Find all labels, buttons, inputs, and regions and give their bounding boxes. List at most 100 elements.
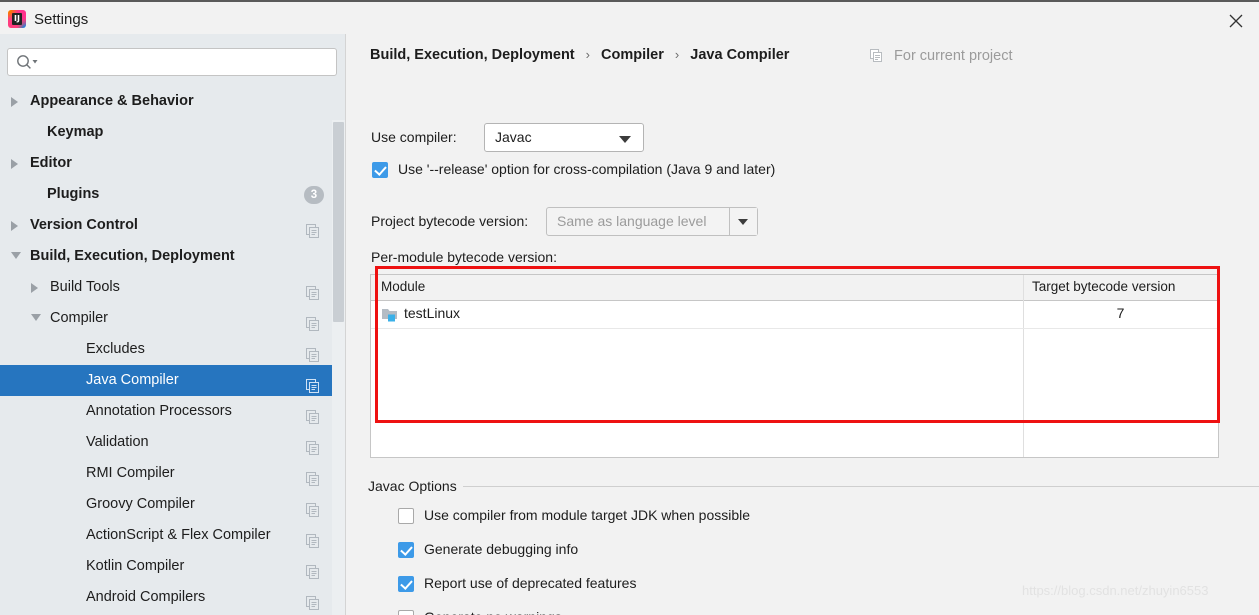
use-compiler-from-module-target-jdk-label: Use compiler from module target JDK when… <box>424 507 750 523</box>
sidebar-item-label: Appearance & Behavior <box>30 86 194 117</box>
chevron-down-icon <box>738 219 748 225</box>
project-bytecode-version-value: Same as language level <box>557 213 706 229</box>
sidebar-item-annotation-processors[interactable]: Annotation Processors <box>0 396 332 427</box>
sidebar-item-java-compiler[interactable]: Java Compiler <box>0 365 332 396</box>
for-current-project-text: For current project <box>894 48 1012 64</box>
intellij-idea-logo: IJ <box>8 10 26 28</box>
sidebar-item-label: Build, Execution, Deployment <box>30 241 235 272</box>
breadcrumb-part-3: Java Compiler <box>690 47 789 63</box>
column-header-module[interactable]: Module <box>381 279 425 294</box>
sidebar-item-version-control[interactable]: Version Control <box>0 210 332 241</box>
per-module-bytecode-version-label: Per-module bytecode version: <box>371 249 557 265</box>
sidebar-item-compiler[interactable]: Compiler <box>0 303 332 334</box>
chevron-right-icon[interactable] <box>30 272 44 303</box>
generate-debugging-info-checkbox[interactable] <box>398 542 414 558</box>
copy-settings-icon <box>306 219 320 233</box>
use-compiler-dropdown[interactable]: Javac <box>484 123 644 152</box>
for-current-project-label: For current project <box>870 48 1013 66</box>
search-box <box>7 48 337 76</box>
copy-settings-icon <box>306 591 320 605</box>
copy-settings-icon <box>306 281 320 295</box>
use-compiler-value: Javac <box>495 129 532 145</box>
per-module-bytecode-table: Module Target bytecode version testLinux… <box>370 274 1219 458</box>
chevron-down-icon <box>619 136 631 143</box>
project-bytecode-dropdown-button[interactable] <box>729 208 757 235</box>
use-compiler-label: Use compiler: <box>371 129 457 145</box>
project-bytecode-version-combobox[interactable]: Same as language level <box>546 207 758 236</box>
copy-settings-icon <box>306 405 320 419</box>
javac-options-group-label: Javac Options <box>368 478 463 494</box>
chevron-down-icon[interactable] <box>30 303 44 334</box>
generate-no-warnings-label: Generate no warnings <box>424 609 562 615</box>
table-header-row: Module Target bytecode version <box>371 275 1218 301</box>
sidebar-item-appearance-behavior[interactable]: Appearance & Behavior <box>0 86 332 117</box>
sidebar-item-build-tools[interactable]: Build Tools <box>0 272 332 303</box>
sidebar-item-label: Keymap <box>47 117 103 148</box>
sidebar-scrollbar-thumb[interactable] <box>333 122 344 322</box>
sidebar-item-label: RMI Compiler <box>86 458 175 489</box>
breadcrumb-part-1[interactable]: Build, Execution, Deployment <box>370 47 575 63</box>
settings-tree: Appearance & BehaviorKeymapEditorPlugins… <box>0 86 332 615</box>
breadcrumb-separator-2: › <box>668 47 686 62</box>
copy-settings-icon <box>306 312 320 326</box>
generate-debugging-info-label: Generate debugging info <box>424 541 578 557</box>
copy-settings-icon <box>306 436 320 450</box>
sidebar-item-label: Plugins <box>47 179 99 210</box>
use-release-option-label: Use '--release' option for cross-compila… <box>398 161 775 177</box>
search-input[interactable] <box>7 48 337 76</box>
settings-main-panel: Build, Execution, Deployment › Compiler … <box>346 34 1259 615</box>
sidebar-item-label: Version Control <box>30 210 138 241</box>
sidebar-item-label: Validation <box>86 427 149 458</box>
sidebar-item-android-compilers[interactable]: Android Compilers <box>0 582 332 613</box>
sidebar-item-keymap[interactable]: Keymap <box>0 117 332 148</box>
window-title: Settings <box>34 10 88 29</box>
sidebar-item-label: Annotation Processors <box>86 396 232 427</box>
sidebar-item-label: Excludes <box>86 334 145 365</box>
table-row[interactable]: testLinux 7 <box>371 301 1218 329</box>
column-header-target-bytecode-version[interactable]: Target bytecode version <box>1032 279 1175 294</box>
generate-no-warnings-checkbox[interactable] <box>398 610 414 615</box>
copy-settings-icon <box>306 560 320 574</box>
sidebar-item-plugins[interactable]: Plugins 3 <box>0 179 332 210</box>
sidebar-item-label: Compiler <box>50 303 108 334</box>
module-name-cell: testLinux <box>404 305 460 321</box>
plugins-update-badge: 3 <box>304 186 324 204</box>
use-release-option-checkbox[interactable] <box>372 162 388 178</box>
title-bar: IJ Settings <box>0 0 1259 34</box>
close-button[interactable] <box>1213 4 1259 36</box>
chevron-right-icon[interactable] <box>10 148 24 179</box>
target-bytecode-version-cell[interactable]: 7 <box>1023 305 1218 321</box>
close-icon <box>1229 14 1243 28</box>
sidebar-item-label: Java Compiler <box>86 365 179 396</box>
settings-dialog: IJ Settings Appearance & BehaviorKeymapE… <box>0 0 1259 615</box>
sidebar-item-label: Android Compilers <box>86 582 205 613</box>
copy-settings-icon <box>870 49 883 66</box>
report-deprecated-features-checkbox[interactable] <box>398 576 414 592</box>
copy-settings-icon <box>306 467 320 481</box>
copy-settings-icon <box>306 498 320 512</box>
copy-settings-icon <box>306 343 320 357</box>
settings-sidebar: Appearance & BehaviorKeymapEditorPlugins… <box>0 34 346 615</box>
javac-options-group-divider <box>368 486 1259 487</box>
sidebar-item-label: Editor <box>30 148 72 179</box>
chevron-right-icon[interactable] <box>10 210 24 241</box>
sidebar-item-kotlin-compiler[interactable]: Kotlin Compiler <box>0 551 332 582</box>
sidebar-item-actionscript-flex-compiler[interactable]: ActionScript & Flex Compiler <box>0 520 332 551</box>
report-deprecated-features-label: Report use of deprecated features <box>424 575 636 591</box>
sidebar-item-editor[interactable]: Editor <box>0 148 332 179</box>
project-bytecode-version-label: Project bytecode version: <box>371 213 528 229</box>
sidebar-item-build-execution-deployment[interactable]: Build, Execution, Deployment <box>0 241 332 272</box>
copy-settings-icon <box>306 374 320 388</box>
sidebar-item-groovy-compiler[interactable]: Groovy Compiler <box>0 489 332 520</box>
copy-settings-icon <box>306 529 320 543</box>
module-folder-icon <box>382 307 399 322</box>
sidebar-item-rmi-compiler[interactable]: RMI Compiler <box>0 458 332 489</box>
breadcrumb: Build, Execution, Deployment › Compiler … <box>370 47 789 63</box>
sidebar-item-excludes[interactable]: Excludes <box>0 334 332 365</box>
chevron-right-icon[interactable] <box>10 86 24 117</box>
breadcrumb-separator-1: › <box>579 47 597 62</box>
use-compiler-from-module-target-jdk-checkbox[interactable] <box>398 508 414 524</box>
sidebar-item-validation[interactable]: Validation <box>0 427 332 458</box>
chevron-down-icon[interactable] <box>10 241 24 272</box>
breadcrumb-part-2[interactable]: Compiler <box>601 47 664 63</box>
